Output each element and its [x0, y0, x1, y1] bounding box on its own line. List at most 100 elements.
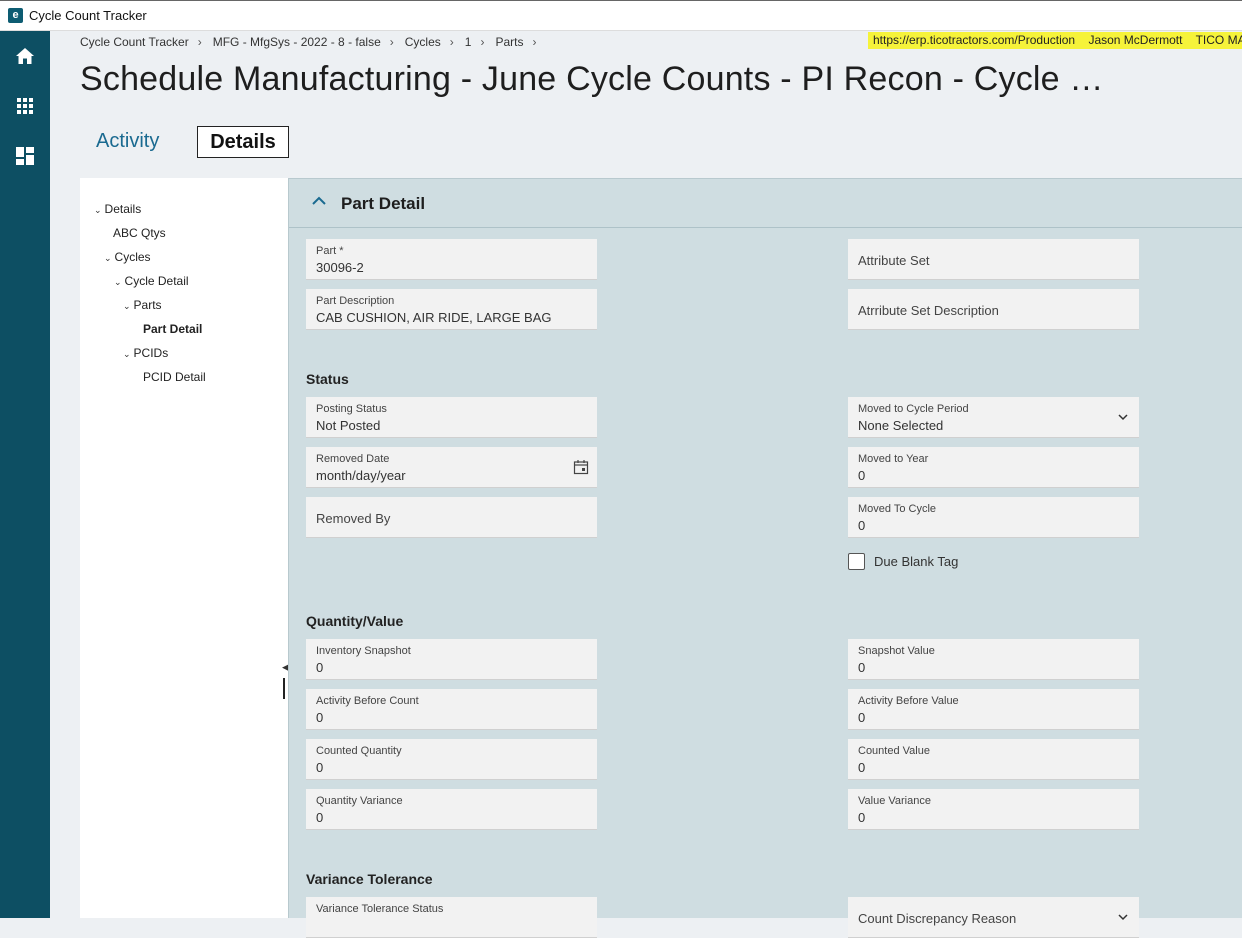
chevron-down-icon: ⌄ [104, 253, 112, 263]
window-title: Cycle Count Tracker [29, 8, 147, 23]
tree-item-cycles[interactable]: ⌄ Cycles [104, 250, 151, 264]
breadcrumb: Cycle Count Tracker › MFG - MfgSys - 202… [80, 35, 547, 49]
variance-tolerance-heading: Variance Tolerance [306, 871, 433, 887]
chevron-right-icon: › [389, 35, 394, 49]
snapshot-value-field[interactable]: Snapshot Value 0 [848, 639, 1139, 680]
tree-item-cycle-detail[interactable]: ⌄ Cycle Detail [114, 274, 189, 288]
moved-to-cycle-period-select[interactable]: Moved to Cycle Period None Selected [848, 397, 1139, 438]
field-value: 0 [858, 468, 866, 483]
quantity-value-heading: Quantity/Value [306, 613, 404, 629]
activity-before-value-field[interactable]: Activity Before Value 0 [848, 689, 1139, 730]
navigation-tree: ⌄ Details ABC Qtys ⌄ Cycles ⌄ Cycle Detail … [80, 178, 288, 918]
chevron-down-icon: ⌄ [123, 349, 131, 359]
field-label: Moved To Cycle [858, 503, 937, 515]
panel-splitter-handle[interactable] [283, 678, 285, 699]
removed-by-field[interactable]: Removed By [306, 497, 597, 538]
field-label: Quantity Variance [316, 795, 403, 807]
part-field[interactable]: Part * 30096-2 [306, 239, 597, 280]
tree-item-label: PCIDs [133, 346, 169, 360]
field-value: 0 [858, 810, 866, 825]
field-placeholder: Atrribute Set Description [858, 303, 999, 318]
field-value: 0 [316, 660, 324, 675]
field-label: Value Variance [858, 795, 931, 807]
tree-item-label: Cycle Detail [124, 274, 189, 288]
field-value: None Selected [858, 418, 944, 433]
field-label: Counted Value [858, 745, 930, 757]
tree-item-details[interactable]: ⌄ Details [94, 202, 141, 216]
chevron-down-icon[interactable] [1115, 409, 1131, 425]
apps-grid-icon[interactable] [13, 94, 37, 118]
field-label: Part Description [316, 295, 395, 307]
field-label: Moved to Cycle Period [858, 403, 969, 415]
posting-status-field[interactable]: Posting Status Not Posted [306, 397, 597, 438]
tree-item-label: Cycles [114, 250, 151, 264]
tree-item-label: PCID Detail [143, 370, 206, 384]
breadcrumb-cycles[interactable]: Cycles [405, 35, 441, 49]
tree-item-label: ABC Qtys [113, 226, 166, 240]
chevron-right-icon: › [449, 35, 454, 49]
tree-item-part-detail[interactable]: Part Detail [143, 322, 202, 336]
section-title: Part Detail [341, 194, 426, 213]
chevron-down-icon: ⌄ [114, 277, 122, 287]
breadcrumb-cycle-count-tracker[interactable]: Cycle Count Tracker [80, 35, 189, 49]
tree-item-pcid-detail[interactable]: PCID Detail [143, 370, 206, 384]
tab-details[interactable]: Details [197, 126, 289, 158]
status-heading: Status [306, 371, 349, 387]
field-value: CAB CUSHION, AIR RIDE, LARGE BAG [316, 310, 552, 325]
moved-to-cycle-field[interactable]: Moved To Cycle 0 [848, 497, 1139, 538]
field-label: Removed Date [316, 453, 390, 465]
quantity-variance-field[interactable]: Quantity Variance 0 [306, 789, 597, 830]
due-blank-tag-checkbox[interactable]: Due Blank Tag [848, 553, 958, 570]
chevron-right-icon: › [197, 35, 202, 49]
chevron-right-icon: › [480, 35, 485, 49]
tree-item-label: Part Detail [143, 322, 203, 336]
field-label: Counted Quantity [316, 745, 402, 757]
tree-item-abc-qtys[interactable]: ABC Qtys [113, 226, 166, 240]
tree-item-label: Parts [133, 298, 162, 312]
attribute-set-field[interactable]: Attribute Set [848, 239, 1139, 280]
field-label: Part * [316, 245, 344, 257]
field-value: 0 [316, 760, 324, 775]
field-placeholder: Attribute Set [858, 253, 930, 268]
field-value: 0 [858, 760, 866, 775]
chevron-down-icon: ⌄ [94, 205, 102, 215]
tree-item-parts[interactable]: ⌄ Parts [123, 298, 162, 312]
calendar-icon[interactable] [573, 459, 589, 475]
chevron-down-icon[interactable] [1115, 909, 1131, 925]
breadcrumb-mfgsys[interactable]: MFG - MfgSys - 2022 - 8 - false [213, 35, 381, 49]
counted-value-field[interactable]: Counted Value 0 [848, 739, 1139, 780]
part-detail-panel: Part Detail Part * 30096-2 Part Descript… [288, 178, 1242, 938]
moved-to-year-field[interactable]: Moved to Year 0 [848, 447, 1139, 488]
value-variance-field[interactable]: Value Variance 0 [848, 789, 1139, 830]
part-description-field[interactable]: Part Description CAB CUSHION, AIR RIDE, … [306, 289, 597, 330]
tab-activity[interactable]: Activity [96, 130, 159, 153]
counted-quantity-field[interactable]: Counted Quantity 0 [306, 739, 597, 780]
attribute-set-description-field[interactable]: Atrribute Set Description [848, 289, 1139, 330]
removed-date-field[interactable]: Removed Date month/day/year [306, 447, 597, 488]
breadcrumb-cycle-1[interactable]: 1 [465, 35, 472, 49]
field-value: 0 [316, 810, 324, 825]
field-value: 0 [858, 660, 866, 675]
activity-before-count-field[interactable]: Activity Before Count 0 [306, 689, 597, 730]
checkbox-box[interactable] [848, 553, 865, 570]
field-value: month/day/year [316, 468, 406, 483]
chevron-up-icon[interactable] [311, 193, 327, 209]
field-label: Variance Tolerance Status [316, 903, 444, 915]
field-value: Not Posted [316, 418, 381, 433]
field-label: Activity Before Count [316, 695, 419, 707]
user-name: Jason McDermott [1088, 33, 1183, 47]
field-value: 0 [858, 518, 866, 533]
company-name: TICO MANUF [1195, 33, 1242, 47]
field-placeholder: Removed By [316, 511, 391, 526]
checkbox-label: Due Blank Tag [874, 554, 959, 569]
tree-item-pcids[interactable]: ⌄ PCIDs [123, 346, 168, 360]
tree-item-label: Details [104, 202, 142, 216]
breadcrumb-parts[interactable]: Parts [495, 35, 523, 49]
field-label: Inventory Snapshot [316, 645, 411, 657]
home-icon[interactable] [13, 44, 37, 68]
left-nav-rail [0, 31, 50, 918]
field-value: 0 [858, 710, 866, 725]
section-header[interactable]: Part Detail [289, 179, 1242, 228]
dashboard-icon[interactable] [13, 144, 37, 168]
inventory-snapshot-field[interactable]: Inventory Snapshot 0 [306, 639, 597, 680]
